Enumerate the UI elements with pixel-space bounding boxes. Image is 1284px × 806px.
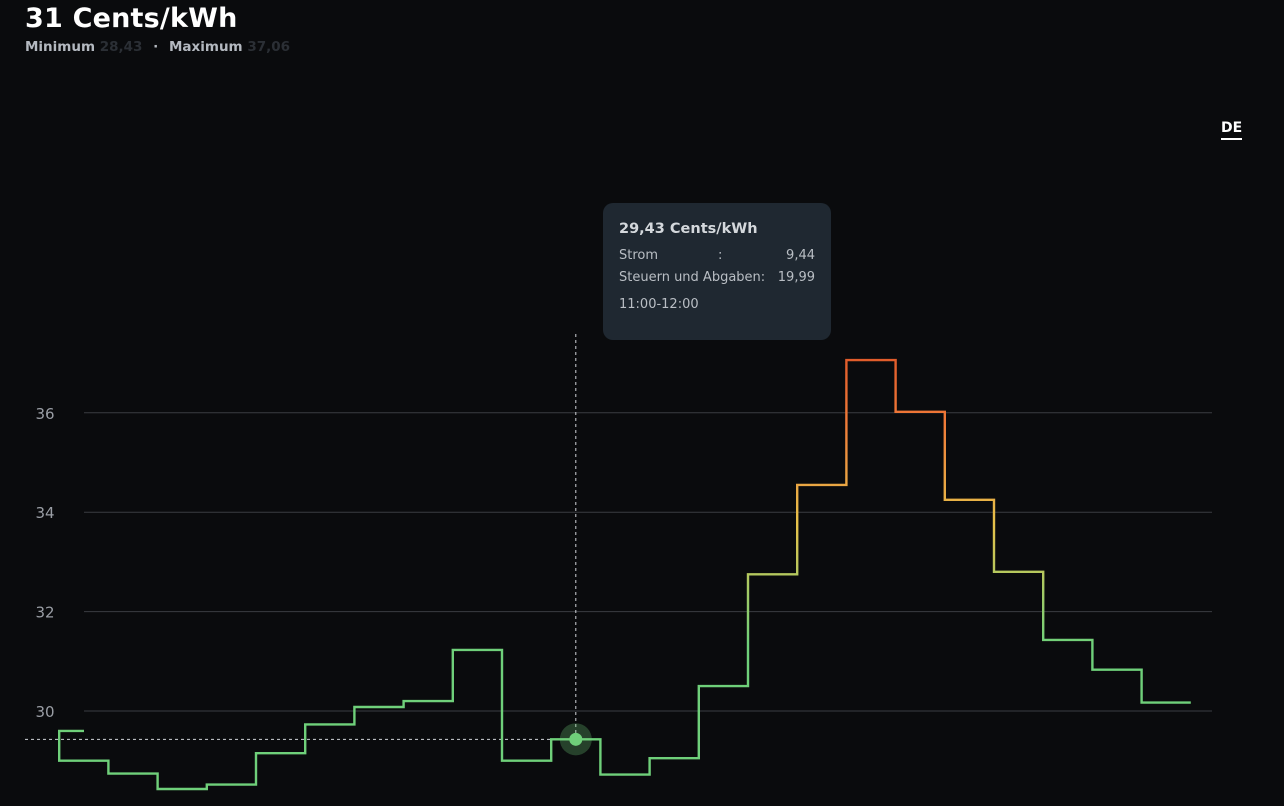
price-step-segment xyxy=(600,771,649,779)
price-step-segment xyxy=(896,408,945,416)
y-tick-label: 34 xyxy=(35,504,54,522)
price-step-segment xyxy=(945,496,994,504)
price-step-segment xyxy=(59,757,108,765)
price-step-segment xyxy=(256,749,305,757)
price-step-segment xyxy=(305,720,354,728)
tooltip-row-label: Steuern und Abgaben: xyxy=(619,270,766,285)
tooltip-row-label: Strom xyxy=(619,248,659,263)
price-step-segment xyxy=(158,785,207,793)
price-step-segment xyxy=(108,770,157,778)
price-tooltip: 29,43 Cents/kWh Strom : 9,44 Steuern und… xyxy=(603,203,831,340)
hover-marker[interactable] xyxy=(559,723,592,756)
price-step-segment xyxy=(650,754,699,762)
y-axis-tick-labels: 30 32 34 36 xyxy=(35,405,54,721)
y-tick-label: 36 xyxy=(35,405,54,423)
price-chart[interactable]: 30 32 34 36 xyxy=(0,0,1284,806)
price-step-segment xyxy=(699,682,748,690)
price-series xyxy=(10,356,1191,793)
tooltip-title: 29,43 Cents/kWh xyxy=(619,221,758,237)
grid-lines xyxy=(84,412,1212,712)
price-step-segment xyxy=(846,356,895,364)
price-step-segment xyxy=(1092,666,1141,674)
price-step-segment xyxy=(1142,699,1191,707)
price-step-segment xyxy=(994,568,1043,576)
price-step-segment xyxy=(748,570,797,578)
price-step-segment xyxy=(10,727,59,735)
tooltip-time-range: 11:00-12:00 xyxy=(619,297,699,312)
price-step-segment xyxy=(502,757,551,765)
price-step-segment xyxy=(1043,636,1092,644)
tooltip-row-strom: Strom : 9,44 xyxy=(619,245,815,267)
hover-point[interactable] xyxy=(569,732,583,746)
tooltip-row-value: 19,99 xyxy=(777,270,815,285)
price-step-segment xyxy=(453,646,502,654)
price-step-segment xyxy=(207,781,256,789)
hover-guides xyxy=(25,334,577,740)
price-step-segment xyxy=(354,703,403,711)
tooltip-row-taxes: Steuern und Abgaben: 19,99 xyxy=(619,267,815,289)
price-step-segment xyxy=(404,697,453,705)
tooltip-row-value: 9,44 xyxy=(786,248,815,263)
y-tick-label: 32 xyxy=(35,604,54,622)
price-step-segment xyxy=(797,481,846,489)
y-tick-label: 30 xyxy=(35,703,54,721)
